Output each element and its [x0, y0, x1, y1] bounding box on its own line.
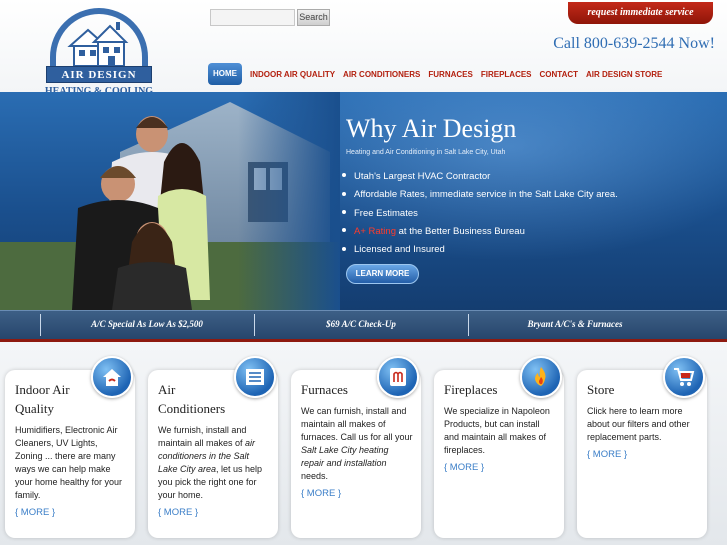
list-item: Licensed and Insured	[340, 241, 618, 259]
special-ac-checkup[interactable]: $69 A/C Check-Up	[254, 311, 468, 340]
special-ac-price[interactable]: A/C Special As Low As $2,500	[40, 311, 254, 340]
card-indoor-air-quality[interactable]: Indoor Air Quality Humidifiers, Electron…	[5, 356, 135, 538]
card-body: We furnish, install and maintain all mak…	[158, 425, 263, 500]
hero-title: Why Air Design	[346, 114, 517, 143]
nav-fireplaces[interactable]: FIREPLACES	[481, 70, 532, 79]
family-photo	[0, 92, 340, 310]
card-body: We specialize in Napoleon Products, but …	[444, 406, 550, 455]
logo-name: AIR DESIGN	[46, 66, 152, 83]
hero-banner: Why Air Design Heating and Air Condition…	[0, 92, 727, 310]
bullet-icon	[342, 246, 346, 251]
more-link[interactable]: { MORE }	[158, 507, 270, 518]
ac-unit-icon	[234, 356, 276, 398]
learn-more-button[interactable]: LEARN MORE	[346, 264, 419, 284]
card-fireplaces[interactable]: Fireplaces We specialize in Napoleon Pro…	[434, 356, 564, 538]
more-link[interactable]: { MORE }	[301, 488, 413, 499]
card-store[interactable]: Store Click here to learn more about our…	[577, 356, 707, 538]
list-item: Affordable Rates, immediate service in t…	[340, 186, 618, 204]
nav-air-conditioners[interactable]: AIR CONDITIONERS	[343, 70, 420, 79]
flame-icon	[520, 356, 562, 398]
phone-number: Call 800-639-2544 Now!	[553, 35, 715, 52]
house-icon	[67, 22, 129, 67]
benefits-list: Utah's Largest HVAC Contractor Affordabl…	[340, 168, 618, 259]
bullet-icon	[342, 191, 346, 196]
search-button[interactable]: Search	[297, 9, 330, 26]
main-nav: HOME INDOOR AIR QUALITY AIR CONDITIONERS…	[208, 63, 670, 85]
more-link[interactable]: { MORE }	[15, 507, 127, 518]
card-furnaces[interactable]: Furnaces We can furnish, install and mai…	[291, 356, 421, 538]
more-link[interactable]: { MORE }	[444, 462, 556, 473]
bullet-icon	[342, 210, 346, 215]
special-bryant[interactable]: Bryant A/C's & Furnaces	[468, 311, 682, 340]
nav-furnaces[interactable]: FURNACES	[428, 70, 472, 79]
card-air-conditioners[interactable]: Air Conditioners We furnish, install and…	[148, 356, 278, 538]
house-air-icon	[91, 356, 133, 398]
hero-subtitle: Heating and Air Conditioning in Salt Lak…	[346, 149, 506, 156]
bullet-icon	[342, 228, 346, 233]
list-item: Free Estimates	[340, 205, 618, 223]
rating-highlight: A+ Rating	[354, 225, 396, 237]
list-item: A+ Rating at the Better Business Bureau	[340, 223, 618, 241]
air-design-logo[interactable]: AIR DESIGN HEATING & COOLING	[42, 6, 156, 100]
request-service-button[interactable]: request immediate service	[568, 2, 713, 24]
card-title: Indoor Air Quality	[15, 382, 70, 416]
nav-air-design-store[interactable]: AIR DESIGN STORE	[586, 70, 662, 79]
card-body: Humidifiers, Electronic Air Cleaners, UV…	[15, 425, 123, 500]
nav-contact[interactable]: CONTACT	[540, 70, 579, 79]
more-link[interactable]: { MORE }	[587, 449, 699, 460]
card-body: Click here to learn more about our filte…	[587, 406, 690, 442]
card-body: We can furnish, install and maintain all…	[301, 406, 413, 481]
shopping-cart-icon	[663, 356, 705, 398]
nav-home[interactable]: HOME	[208, 63, 242, 85]
card-title: Air Conditioners	[158, 382, 226, 416]
specials-bar: A/C Special As Low As $2,500 $69 A/C Che…	[0, 310, 727, 339]
bullet-icon	[342, 173, 346, 178]
furnace-icon	[377, 356, 419, 398]
list-item: Utah's Largest HVAC Contractor	[340, 168, 618, 186]
search-input[interactable]	[210, 9, 295, 26]
site-header: AIR DESIGN HEATING & COOLING Search requ…	[0, 0, 727, 97]
nav-indoor-air-quality[interactable]: INDOOR AIR QUALITY	[250, 70, 335, 79]
